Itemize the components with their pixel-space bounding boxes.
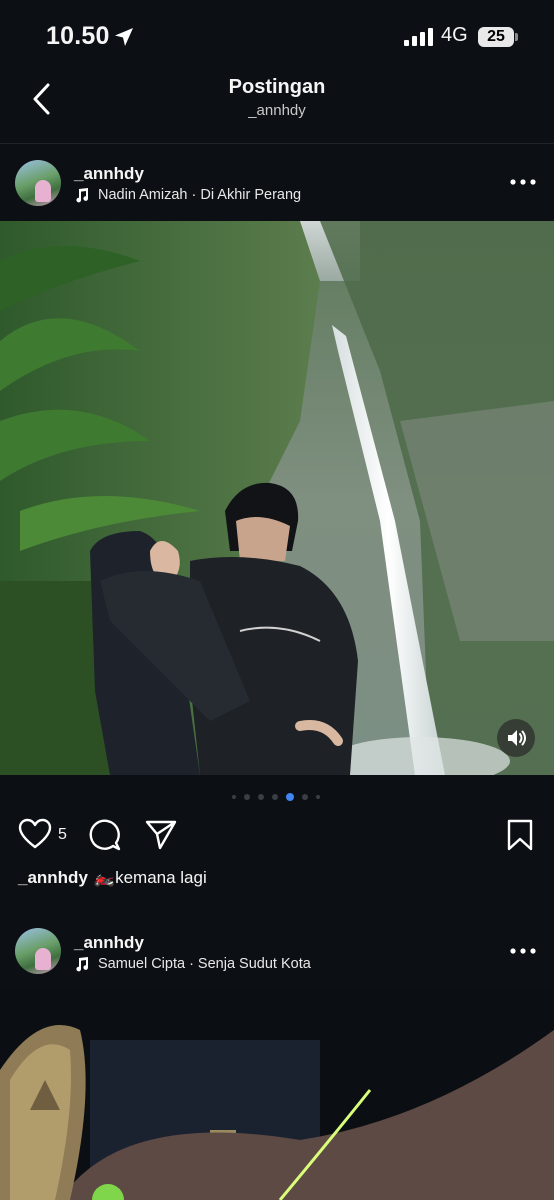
waterfall-photo — [0, 221, 554, 775]
send-icon[interactable] — [144, 818, 178, 852]
carousel-indicator — [0, 793, 554, 801]
like-count[interactable]: 5 — [58, 826, 67, 844]
status-bar: 10.50 4G 25 — [0, 0, 554, 70]
page-header: Postingan _annhdy — [0, 70, 554, 142]
status-time: 10.50 — [46, 22, 110, 50]
carousel-dot — [316, 795, 320, 799]
avatar[interactable] — [15, 928, 61, 974]
page-subtitle: _annhdy — [248, 102, 306, 119]
music-note-icon — [76, 188, 89, 203]
bookmark-icon[interactable] — [506, 818, 534, 852]
speaker-icon — [508, 730, 526, 746]
post-username[interactable]: _annhdy — [74, 164, 144, 184]
more-horizontal-icon[interactable] — [510, 178, 536, 186]
music-label: Nadin Amizah · Di Akhir Perang — [98, 187, 302, 203]
carousel-dot — [258, 794, 264, 800]
post-actions: 5 — [0, 812, 554, 860]
post-caption: _annhdy 🏍️kemana lagi — [18, 868, 207, 888]
post-music[interactable]: Samuel Cipta · Senja Sudut Kota — [74, 956, 311, 972]
music-note-icon — [76, 957, 89, 972]
avatar[interactable] — [15, 160, 61, 206]
carousel-dot-active — [286, 793, 294, 801]
mute-button[interactable] — [497, 719, 535, 757]
page-title: Postingan — [228, 76, 326, 98]
post-header: _annhdy Samuel Cipta · Senja Sudut Kota — [0, 920, 554, 990]
carousel-dot — [302, 794, 308, 800]
carousel-dot — [244, 794, 250, 800]
carousel-dot — [232, 795, 236, 799]
heart-icon[interactable] — [18, 818, 52, 850]
post-username[interactable]: _annhdy — [74, 933, 144, 953]
location-arrow-icon — [115, 28, 133, 46]
night-building-photo — [0, 990, 554, 1200]
post-header: _annhdy Nadin Amizah · Di Akhir Perang — [0, 150, 554, 220]
cellular-signal-icon — [404, 28, 434, 46]
network-type: 4G — [441, 24, 468, 46]
more-horizontal-icon[interactable] — [510, 947, 536, 955]
carousel-dot — [272, 794, 278, 800]
post-photo[interactable] — [0, 990, 554, 1200]
caption-username[interactable]: _annhdy — [18, 868, 88, 887]
comment-icon[interactable] — [88, 818, 122, 852]
caption-text: 🏍️kemana lagi — [93, 868, 207, 887]
battery-icon: 25 — [478, 27, 518, 47]
post-music[interactable]: Nadin Amizah · Di Akhir Perang — [74, 187, 301, 203]
divider — [0, 143, 554, 144]
post-photo[interactable] — [0, 221, 554, 775]
music-label: Samuel Cipta · Senja Sudut Kota — [98, 956, 311, 972]
